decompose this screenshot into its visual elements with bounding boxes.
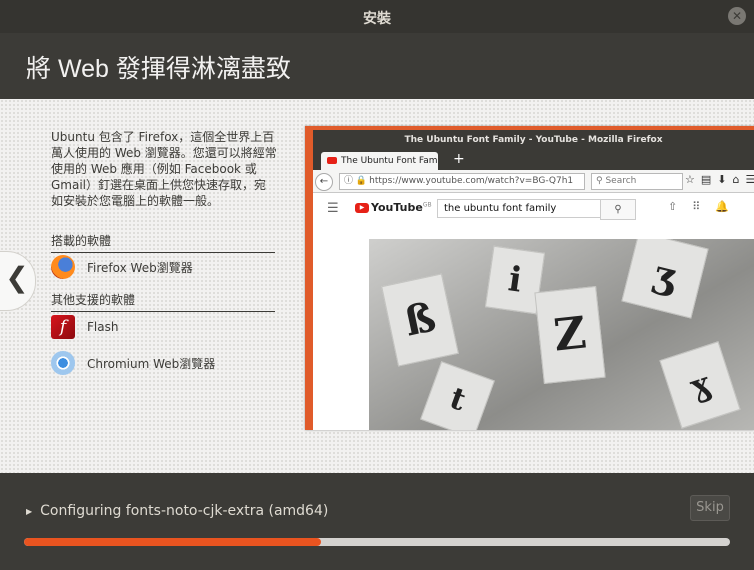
supported-software-heading: 其他支援的軟體 bbox=[51, 291, 275, 312]
menu-icon: ☰ bbox=[327, 201, 339, 216]
info-icon: ⓘ bbox=[344, 176, 354, 186]
supported-app-chromium: Chromium Web瀏覽器 bbox=[51, 350, 215, 376]
video-letter-card: ɣ bbox=[659, 341, 741, 429]
close-icon[interactable]: ✕ bbox=[728, 7, 746, 25]
search-icon: ⚲ bbox=[596, 176, 603, 186]
flash-icon: f bbox=[51, 315, 75, 339]
install-status-text: Configuring fonts-noto-cjk-extra (amd64) bbox=[40, 503, 329, 519]
screenshot-search-box: ⚲ Search bbox=[591, 173, 683, 190]
search-placeholder: Search bbox=[605, 176, 637, 186]
install-footer: ▶ Configuring fonts-noto-cjk-extra (amd64… bbox=[0, 473, 754, 570]
url-text: https://www.youtube.com/watch?v=BG-Q7h1 bbox=[369, 176, 574, 186]
install-progress-bar bbox=[24, 538, 730, 546]
lock-icon: 🔒 bbox=[355, 176, 368, 186]
expand-triangle-icon[interactable]: ▶ bbox=[26, 507, 32, 516]
page-title: 將 Web 發揮得淋漓盡致 bbox=[26, 55, 291, 83]
youtube-region: GB bbox=[422, 201, 432, 209]
video-letter-card: ß bbox=[381, 273, 459, 367]
youtube-logo: ▶ YouTubeGB bbox=[355, 201, 432, 214]
screenshot-url-bar: ← ⓘ 🔒 https://www.youtube.com/watch?v=BG-… bbox=[313, 170, 754, 193]
install-progress-fill bbox=[24, 538, 321, 546]
youtube-search-icon: ⚲ bbox=[600, 199, 636, 220]
page-header: 將 Web 發揮得淋漓盡致 bbox=[0, 33, 754, 99]
app-label: Flash bbox=[87, 320, 119, 334]
back-icon: ← bbox=[315, 173, 333, 191]
youtube-search-input: the ubuntu font family bbox=[437, 199, 607, 218]
included-app-firefox: Firefox Web瀏覽器 bbox=[51, 254, 193, 280]
video-letter-card: t bbox=[420, 361, 495, 430]
video-letter-card: ʒ bbox=[621, 239, 709, 319]
screenshot-tab-bar: The Ubuntu Font Family + bbox=[313, 150, 754, 170]
youtube-header: ☰ ▶ YouTubeGB the ubuntu font family ⚲ ⇧⠿… bbox=[313, 193, 754, 223]
screenshot-window-title: The Ubuntu Font Family - YouTube - Mozil… bbox=[313, 130, 754, 150]
video-player: ß i Z ʒ t ɣ bbox=[369, 239, 754, 430]
included-software-heading: 搭載的軟體 bbox=[51, 232, 275, 253]
video-letter-card: Z bbox=[534, 286, 606, 384]
new-tab-icon: + bbox=[453, 151, 465, 167]
install-status[interactable]: ▶ Configuring fonts-noto-cjk-extra (amd64… bbox=[26, 503, 328, 519]
supported-app-flash: f Flash bbox=[51, 314, 118, 340]
play-icon: ▶ bbox=[355, 203, 369, 213]
window-titlebar: 安裝 ✕ bbox=[0, 0, 754, 33]
skip-button[interactable]: Skip bbox=[690, 495, 730, 521]
app-label: Firefox Web瀏覽器 bbox=[87, 260, 193, 275]
firefox-icon bbox=[51, 255, 75, 279]
youtube-favicon-icon bbox=[327, 157, 337, 164]
slide-description: Ubuntu 包含了 Firefox，這個全世界上百萬人使用的 Web 瀏覽器。… bbox=[51, 130, 277, 208]
screenshot-url: ⓘ 🔒 https://www.youtube.com/watch?v=BG-Q7… bbox=[339, 173, 585, 190]
screenshot-tab-title: The Ubuntu Font Family bbox=[341, 156, 438, 166]
screenshot-page: ☰ ▶ YouTubeGB the ubuntu font family ⚲ ⇧⠿… bbox=[313, 193, 754, 430]
youtube-header-icons: ⇧⠿🔔 bbox=[668, 200, 744, 213]
youtube-logo-text: YouTube bbox=[371, 201, 423, 214]
toolbar-icons: ☆▤⬇⌂☰ bbox=[685, 173, 754, 186]
app-label: Chromium Web瀏覽器 bbox=[87, 356, 216, 371]
firefox-screenshot: The Ubuntu Font Family - YouTube - Mozil… bbox=[305, 126, 754, 430]
chromium-icon bbox=[51, 351, 75, 375]
window-title: 安裝 bbox=[363, 11, 391, 27]
screenshot-tab: The Ubuntu Font Family bbox=[321, 152, 438, 170]
